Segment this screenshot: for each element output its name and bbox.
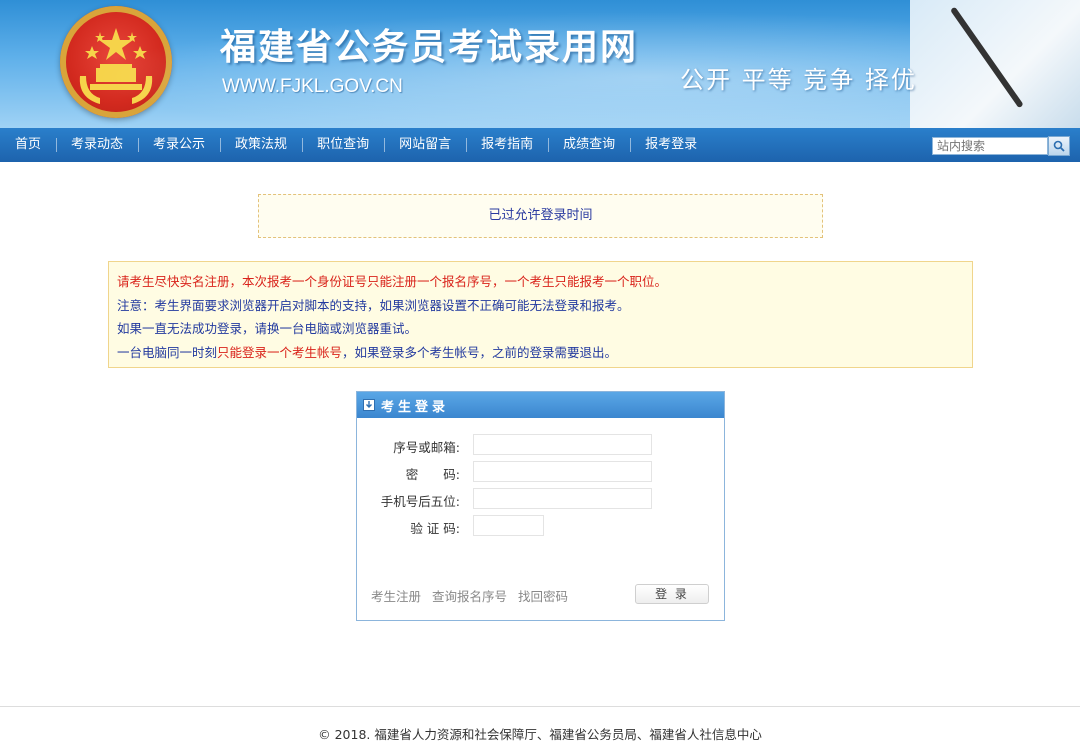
login-button[interactable]: 登 录: [635, 584, 709, 604]
form-row-account: 序号或邮箱:: [357, 434, 724, 456]
site-search-input[interactable]: [932, 137, 1048, 155]
instruction-part: ，如果登录多个考生帐号，之前的登录需要退出。: [342, 344, 618, 360]
nav-item-exam-public[interactable]: 考录公示: [138, 128, 220, 162]
footer-divider: [0, 706, 1080, 707]
pen-icon: [950, 6, 1024, 109]
nav-item-position-query[interactable]: 职位查询: [302, 128, 384, 162]
login-panel-title: 考生登录: [381, 399, 450, 415]
main-nav: 首页 考录动态 考录公示 政策法规 职位查询 网站留言 报考指南 成绩查询 报考…: [0, 128, 1080, 162]
site-url: WWW.FJKL.GOV.CN: [222, 76, 403, 97]
login-links: 考生注册 查询报名序号 找回密码: [371, 586, 575, 605]
site-slogan: 公开 平等 竞争 择优: [680, 66, 917, 94]
recover-password-link[interactable]: 找回密码: [518, 589, 568, 604]
national-emblem-icon: [60, 6, 172, 118]
captcha-input[interactable]: [473, 515, 544, 536]
instruction-part: 一台电脑同一时刻: [117, 344, 218, 360]
captcha-label: 验 证 码:: [410, 521, 460, 536]
form-row-captcha: 验 证 码:: [357, 515, 724, 537]
phone-last5-label: 手机号后五位:: [380, 494, 460, 509]
register-link[interactable]: 考生注册: [371, 589, 421, 604]
nav-item-guide[interactable]: 报考指南: [466, 128, 548, 162]
form-row-phone: 手机号后五位:: [357, 488, 724, 510]
header-banner: 福建省公务员考试录用网 WWW.FJKL.GOV.CN 公开 平等 竞争 择优: [0, 0, 1080, 128]
form-row-password: 密 码:: [357, 461, 724, 483]
instruction-line: 注意：考生界面要求浏览器开启对脚本的支持，如果浏览器设置不正确可能无法登录和报考…: [117, 297, 630, 313]
nav-item-home[interactable]: 首页: [0, 128, 56, 162]
instructions-box: 请考生尽快实名注册，本次报考一个身份证号只能注册一个报名序号，一个考生只能报考一…: [108, 261, 973, 368]
site-title: 福建省公务员考试录用网: [220, 27, 639, 68]
download-arrow-icon: [363, 399, 375, 411]
search-button[interactable]: [1048, 136, 1070, 156]
login-panel-header: 考生登录: [357, 392, 724, 418]
instruction-line: 如果一直无法成功登录，请换一台电脑或浏览器重试。: [117, 321, 418, 336]
nav-item-exam-news[interactable]: 考录动态: [56, 128, 138, 162]
candidate-login-panel: 考生登录 序号或邮箱: 密 码: 手机号后五位: 验 证 码: 考生注册 查询报…: [356, 391, 725, 621]
search-icon: [1053, 140, 1065, 152]
writing-hand-illustration: [910, 0, 1080, 128]
footer-copyright: © 2018. 福建省人力资源和社会保障厅、福建省公务员局、福建省人社信息中心: [318, 727, 762, 742]
nav-item-message[interactable]: 网站留言: [384, 128, 466, 162]
query-serial-link[interactable]: 查询报名序号: [432, 589, 507, 604]
instruction-line: 请考生尽快实名注册，本次报考一个身份证号只能注册一个报名序号，一个考生只能报考一…: [117, 274, 668, 289]
password-label: 密 码:: [405, 467, 460, 482]
instruction-highlight: 只能登录一个考生帐号: [217, 344, 343, 360]
instruction-line: 一台电脑同一时刻只能登录一个考生帐号，如果登录多个考生帐号，之前的登录需要退出。: [117, 341, 972, 365]
account-label: 序号或邮箱:: [393, 440, 460, 455]
password-input[interactable]: [473, 461, 652, 482]
phone-last5-input[interactable]: [473, 488, 652, 509]
nav-item-score-query[interactable]: 成绩查询: [548, 128, 630, 162]
login-time-notice: 已过允许登录时间: [258, 194, 823, 238]
nav-item-policy[interactable]: 政策法规: [220, 128, 302, 162]
account-input[interactable]: [473, 434, 652, 455]
nav-item-apply-login[interactable]: 报考登录: [630, 128, 712, 162]
